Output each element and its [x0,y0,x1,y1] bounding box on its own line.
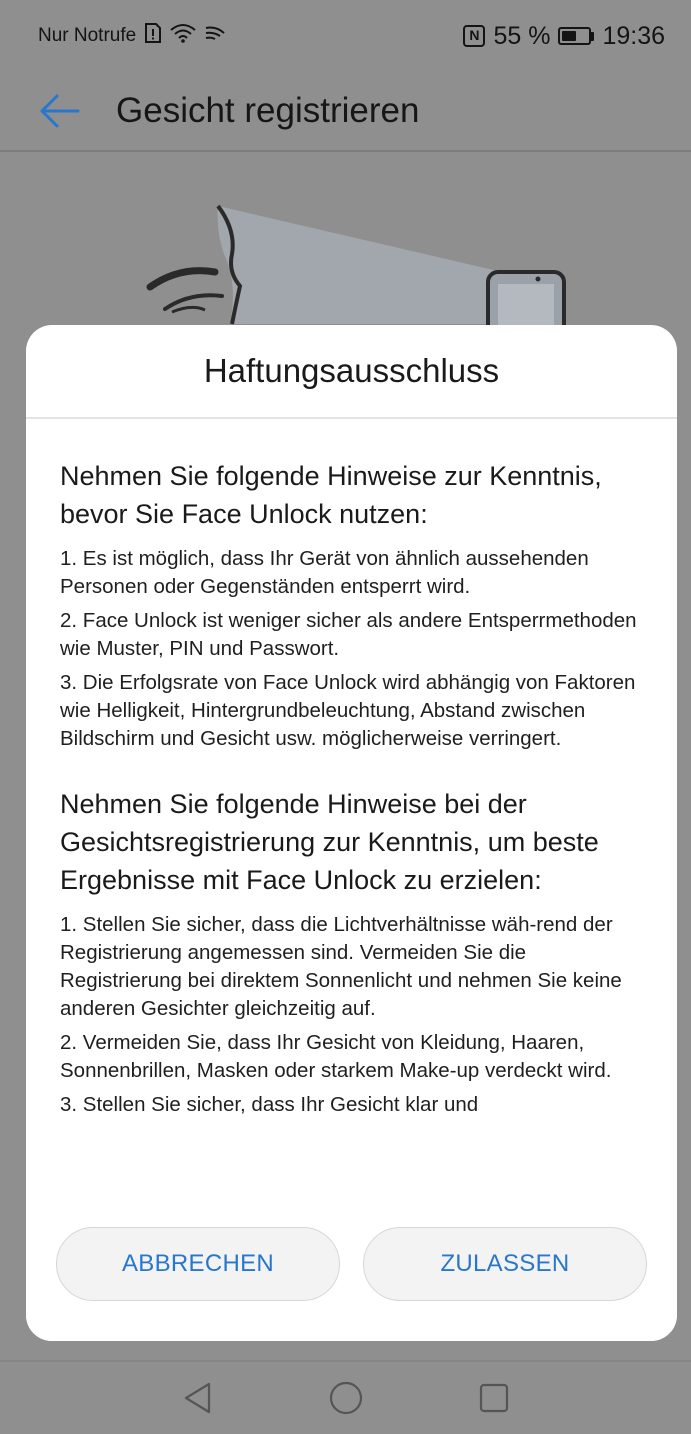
arrow-left-icon[interactable] [38,89,82,133]
nfc-icon: N [463,25,486,47]
navigation-bar [0,1360,691,1434]
list-item: 2. Face Unlock ist weniger sicher als an… [60,609,637,660]
list-item: 2. Vermeiden Sie, dass Ihr Gesicht von K… [60,1031,612,1082]
section-registration-tips: Nehmen Sie folgende Hinweise bei der Ges… [60,785,653,1119]
battery-percent: 55 % [493,21,551,50]
section-before-use: Nehmen Sie folgende Hinweise zur Kenntni… [60,457,653,753]
cast-icon [204,24,226,48]
status-left: Nur Notrufe [38,23,226,49]
battery-icon [558,27,595,45]
dialog-body-scroll[interactable]: Nehmen Sie folgende Hinweise zur Kenntni… [26,419,677,1227]
cancel-button[interactable]: ABBRECHEN [56,1227,340,1301]
screen: Nur Notrufe N 55 % 19:36 Gesicht registr… [0,0,691,1434]
sim-alert-icon [144,23,162,49]
list-item: 1. Stellen Sie sicher, dass die Lichtver… [60,913,622,1020]
carrier-text: Nur Notrufe [38,25,137,46]
dialog-title: Haftungsausschluss [26,325,677,419]
status-right: N 55 % 19:36 [463,22,665,51]
face-scan-illustration [0,154,691,346]
app-bar: Gesicht registrieren [0,72,691,152]
wifi-icon [170,23,196,49]
dialog-actions: ABBRECHEN ZULASSEN [26,1227,677,1341]
clock: 19:36 [602,21,665,50]
section-heading: Nehmen Sie folgende Hinweise zur Kenntni… [60,461,602,529]
list-item: 1. Es ist möglich, dass Ihr Gerät von äh… [60,547,589,598]
home-circle-icon[interactable] [328,1380,364,1416]
page-title: Gesicht registrieren [116,91,420,130]
recents-square-icon[interactable] [476,1380,512,1416]
status-bar: Nur Notrufe N 55 % 19:36 [0,0,691,72]
back-triangle-icon[interactable] [180,1380,216,1416]
disclaimer-dialog: Haftungsausschluss Nehmen Sie folgende H… [26,325,677,1341]
allow-button[interactable]: ZULASSEN [363,1227,647,1301]
section-heading: Nehmen Sie folgende Hinweise bei der Ges… [60,789,599,895]
list-item: 3. Stellen Sie sicher, dass Ihr Gesicht … [60,1093,479,1116]
list-item: 3. Die Erfolgsrate von Face Unlock wird … [60,671,636,750]
